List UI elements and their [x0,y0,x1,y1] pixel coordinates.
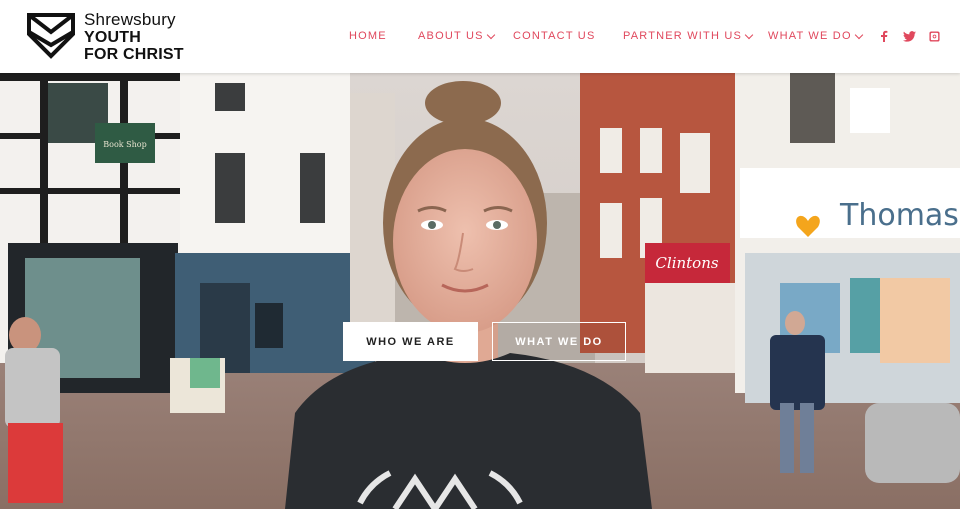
nav-item-label: HOME [349,30,387,42]
nav-item-what-we-do[interactable]: WHAT WE DO [768,30,863,42]
logo-line-shrewsbury: Shrewsbury [84,10,176,29]
what-we-do-button[interactable]: WHAT WE DO [492,322,626,361]
logo-line-youth: YOUTH [84,29,141,46]
chevron-down-icon [744,30,754,39]
logo-line-for-christ: FOR CHRIST [84,46,184,63]
yfc-logo-mark-icon [27,13,75,59]
who-we-are-button[interactable]: WHO WE ARE [343,322,478,361]
nav-item-label: ABOUT US [418,30,484,42]
social-links [877,29,941,43]
shop-sign-clintons: Clintons [655,254,718,272]
site-header: Shrewsbury YOUTH FOR CHRIST HOME ABOUT U… [0,0,960,73]
site-logo[interactable]: Shrewsbury YOUTH FOR CHRIST [26,11,184,63]
instagram-icon[interactable] [927,29,941,43]
nav-item-contact-us[interactable]: CONTACT US [513,30,596,42]
shop-sign-thomas-cook: Thomas C [839,198,960,233]
nav-item-home[interactable]: HOME [349,30,387,42]
nav-item-label: WHAT WE DO [768,30,852,42]
twitter-icon[interactable] [902,29,916,43]
nav-item-label: CONTACT US [513,30,596,42]
nav-item-about-us[interactable]: ABOUT US [418,30,495,42]
svg-text:Book Shop: Book Shop [103,140,146,149]
nav-item-label: PARTNER WITH US [623,30,743,42]
hero-photo: Book Shop Clintons Thomas C [0,73,960,509]
chevron-down-icon [486,30,495,39]
nav-item-partner-with-us[interactable]: PARTNER WITH US [623,30,754,42]
logo-wordmark: Shrewsbury YOUTH FOR CHRIST [84,11,184,63]
hero-banner: Book Shop Clintons Thomas C [0,73,960,509]
facebook-icon[interactable] [877,29,891,43]
chevron-down-icon [854,30,863,39]
